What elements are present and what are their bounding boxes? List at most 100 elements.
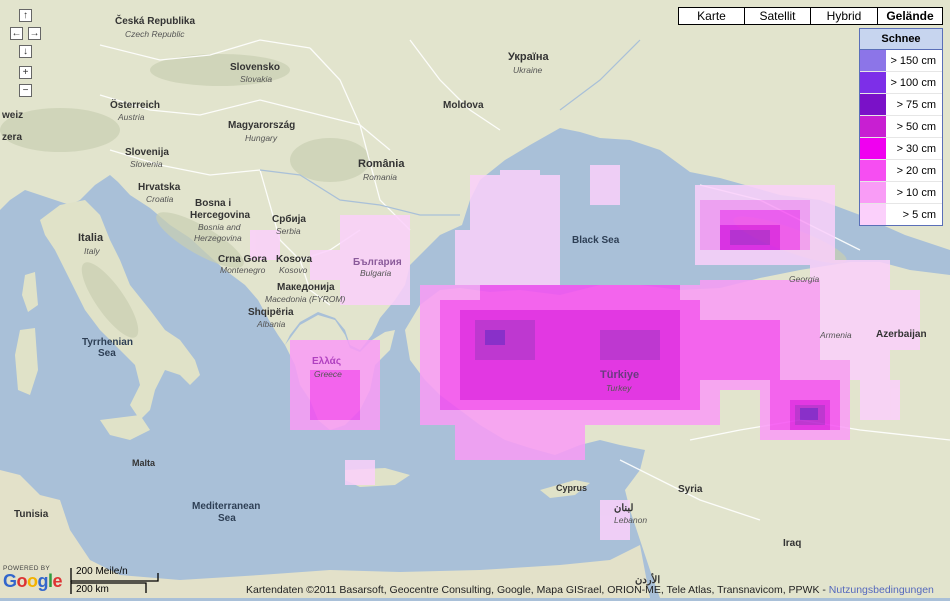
legend-label: > 30 cm (896, 142, 936, 155)
label-romania-en: Romania (363, 172, 397, 182)
label-cyprus: Cyprus (556, 483, 587, 493)
label-osterreich: Österreich (110, 98, 160, 111)
label-serbia: Serbia (276, 226, 301, 236)
label-kosova: Kosova (276, 254, 313, 265)
label-romania: România (358, 158, 405, 170)
zoom-out-button[interactable]: − (19, 84, 32, 97)
label-iraq: Iraq (783, 538, 801, 549)
label-zerland: zera (2, 132, 22, 143)
legend-row: > 10 cm (860, 182, 942, 204)
label-armenia: Armenia (819, 330, 852, 340)
label-bosna1: Bosna i (195, 198, 231, 209)
label-lebanon-ar: لبنان (614, 503, 633, 514)
legend-row: > 50 cm (860, 116, 942, 138)
legend-row: > 30 cm (860, 138, 942, 160)
legend-title: Schnee (860, 29, 942, 50)
legend-swatch (860, 94, 886, 115)
label-montenegro: Montenegro (220, 265, 266, 275)
legend-swatch (860, 160, 886, 181)
label-greece: Greece (314, 369, 342, 379)
label-croatia: Croatia (146, 194, 174, 204)
label-makedonija: Македонија (277, 282, 335, 293)
label-austria: Austria (117, 112, 145, 122)
label-turkiye: Türkiye (600, 369, 639, 381)
label-schweiz: weiz (1, 110, 23, 121)
label-slovensko: Slovensko (230, 62, 280, 73)
legend-swatch (860, 182, 886, 203)
scale-km: 200 km (76, 584, 109, 595)
label-macedonia: Macedonia (FYROM) (265, 294, 345, 304)
label-malta: Malta (132, 458, 156, 468)
legend-row: > 100 cm (860, 72, 942, 94)
legend-swatch (860, 138, 886, 159)
legend-swatch (860, 72, 886, 93)
label-ukraine: Ukraine (513, 65, 543, 75)
label-slovakia: Slovakia (240, 74, 272, 84)
copyright-label: Kartendaten ©2011 Basarsoft, Geocentre C… (246, 584, 829, 596)
label-tyrrhenian2: Sea (98, 348, 116, 359)
label-slovenia: Slovenia (130, 159, 163, 169)
label-hungary: Hungary (245, 133, 278, 143)
label-ukraina: Україна (508, 51, 550, 63)
pan-right-button[interactable]: → (28, 27, 41, 40)
maptype-hybrid-button[interactable]: Hybrid (810, 7, 878, 25)
label-med2: Sea (218, 513, 236, 524)
label-kosovo: Kosovo (279, 265, 308, 275)
pan-down-button[interactable]: ↓ (19, 45, 32, 58)
label-czech: Czech Republic (125, 29, 185, 39)
label-georgia: Georgia (789, 274, 820, 284)
label-bosnia1: Bosnia and (198, 222, 241, 232)
label-italy: Italy (84, 246, 100, 256)
label-med1: Mediterranean (192, 501, 260, 512)
legend-label: > 20 cm (896, 164, 936, 177)
legend-row: > 150 cm (860, 50, 942, 72)
label-syria: Syria (678, 484, 703, 495)
label-turkey: Turkey (606, 383, 632, 393)
label-lebanon: Lebanon (614, 515, 647, 525)
label-magyar: Magyarország (228, 120, 295, 131)
label-ceska: Česká Republika (115, 14, 195, 27)
legend-label: > 100 cm (890, 76, 936, 89)
label-hrvatska: Hrvatska (138, 182, 181, 193)
pan-left-button[interactable]: ← (10, 27, 23, 40)
maptype-gelaende-button[interactable]: Gelände (877, 7, 943, 25)
legend-label: > 150 cm (890, 54, 936, 67)
zoom-in-button[interactable]: + (19, 66, 32, 79)
legend-row: > 75 cm (860, 94, 942, 116)
label-moldova: Moldova (443, 100, 484, 111)
legend-swatch (860, 50, 886, 71)
legend-swatch (860, 116, 886, 137)
label-tunisia: Tunisia (14, 509, 49, 520)
label-bosna2: Hercegovina (190, 210, 250, 221)
legend-row: > 20 cm (860, 160, 942, 182)
copyright-text: Kartendaten ©2011 Basarsoft, Geocentre C… (246, 584, 934, 596)
label-azerbaijan: Azerbaijan (876, 329, 927, 340)
label-bulgaria-en: Bulgaria (360, 268, 391, 278)
label-shqiperia: Shqipëria (248, 307, 294, 318)
label-crnagora: Crna Gora (218, 254, 267, 265)
terrain-map[interactable]: Česká Republika Czech Republic Slovensko… (0, 0, 950, 598)
label-tyrrhenian1: Tyrrhenian (82, 337, 133, 348)
legend-label: > 75 cm (896, 98, 936, 111)
legend-row: > 5 cm (860, 204, 942, 225)
legend-label: > 10 cm (896, 186, 936, 199)
google-logo[interactable]: POWERED BY Google (3, 565, 65, 595)
label-bulgaria: България (353, 257, 402, 268)
pan-up-button[interactable]: ↑ (19, 9, 32, 22)
label-bosnia2: Herzegovina (194, 233, 242, 243)
terms-link[interactable]: Nutzungsbedingungen (829, 584, 934, 596)
label-ellas: Ελλάς (312, 356, 341, 367)
scale-miles: 200 Meile/n (76, 566, 128, 577)
label-slovenija: Slovenija (125, 147, 169, 158)
label-srbija: Србија (272, 213, 306, 225)
legend-label: > 50 cm (896, 120, 936, 133)
label-black-sea: Black Sea (572, 235, 620, 246)
legend-rows: > 150 cm > 100 cm > 75 cm > 50 cm > 30 cm > 2… (860, 50, 942, 225)
legend-swatch (860, 204, 886, 225)
maptype-karte-button[interactable]: Karte (678, 7, 745, 25)
snow-legend: Schnee > 150 cm > 100 cm > 75 cm > 50 cm > 3… (859, 28, 943, 226)
maptype-satellit-button[interactable]: Satellit (744, 7, 811, 25)
label-italia: Italia (78, 232, 104, 244)
legend-label: > 5 cm (902, 208, 936, 221)
google-wordmark: Google (3, 571, 63, 591)
